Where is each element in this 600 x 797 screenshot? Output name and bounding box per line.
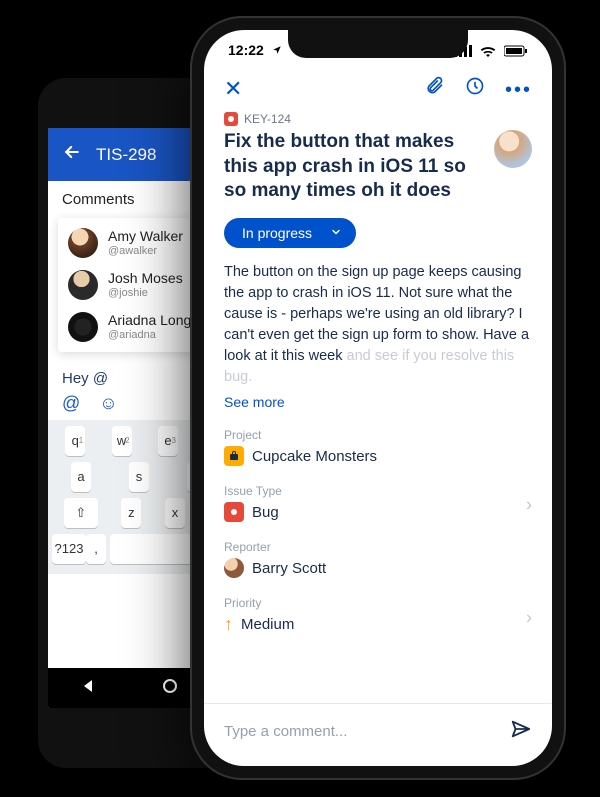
mention-name: Ariadna Long xyxy=(108,313,191,328)
field-value-text: Medium xyxy=(241,616,294,633)
key-a[interactable]: a xyxy=(71,462,91,492)
status-time: 12:22 xyxy=(228,42,264,58)
mention-handle: @joshie xyxy=(108,287,183,299)
send-icon[interactable] xyxy=(510,718,532,744)
key-e[interactable]: e3 xyxy=(158,426,178,456)
iphone-frame: 12:22 ✕ xyxy=(190,16,566,780)
bug-type-icon xyxy=(224,502,244,522)
field-label: Priority xyxy=(224,596,532,610)
key-w[interactable]: w2 xyxy=(112,426,132,456)
wifi-icon xyxy=(480,42,500,58)
key-numeric-switch[interactable]: ?123 xyxy=(52,534,86,564)
location-icon xyxy=(272,42,282,58)
iphone-notch xyxy=(288,30,468,58)
field-value-text: Bug xyxy=(252,504,279,521)
field-label: Reporter xyxy=(224,540,532,554)
field-value-text: Barry Scott xyxy=(252,560,326,577)
activity-icon[interactable] xyxy=(465,83,489,100)
emoji-icon[interactable]: ☺ xyxy=(99,393,117,413)
avatar xyxy=(68,270,98,300)
field-project: Project Cupcake Monsters xyxy=(224,428,532,466)
chevron-down-icon xyxy=(330,225,342,241)
field-label: Issue Type xyxy=(224,484,532,498)
avatar xyxy=(68,228,98,258)
field-value-text: Cupcake Monsters xyxy=(252,448,377,465)
back-icon[interactable] xyxy=(62,142,82,167)
nav-home-icon[interactable] xyxy=(162,678,178,699)
see-more-link[interactable]: See more xyxy=(224,394,532,410)
key-comma[interactable]: , xyxy=(86,534,106,564)
chevron-right-icon: › xyxy=(526,495,532,516)
key-z[interactable]: z xyxy=(121,498,141,528)
field-priority[interactable]: Priority ↑ Medium › xyxy=(224,596,532,635)
iphone-screen: 12:22 ✕ xyxy=(204,30,552,766)
key-shift[interactable]: ⇧ xyxy=(64,498,98,528)
more-icon[interactable]: ••• xyxy=(505,79,532,101)
priority-medium-icon: ↑ xyxy=(224,614,233,635)
attachment-icon[interactable] xyxy=(424,83,448,100)
reporter-avatar xyxy=(224,558,244,578)
mention-name: Josh Moses xyxy=(108,271,183,286)
issue-topbar: ✕ ••• xyxy=(204,70,552,112)
key-x[interactable]: x xyxy=(165,498,185,528)
issue-description: The button on the sign up page keeps cau… xyxy=(224,262,532,388)
comment-placeholder: Type a comment... xyxy=(224,723,347,740)
field-issue-type[interactable]: Issue Type Bug › xyxy=(224,484,532,522)
android-issue-key: TIS-298 xyxy=(96,145,156,165)
issue-key: KEY-124 xyxy=(244,112,291,126)
avatar xyxy=(68,312,98,342)
status-dropdown[interactable]: In progress xyxy=(224,218,356,248)
key-q[interactable]: q1 xyxy=(65,426,85,456)
field-label: Project xyxy=(224,428,532,442)
status-label: In progress xyxy=(242,225,312,241)
issue-content: KEY-124 Fix the button that makes this a… xyxy=(204,112,552,703)
mention-handle: @ariadna xyxy=(108,329,191,341)
mention-name: Amy Walker xyxy=(108,229,183,244)
bug-type-icon xyxy=(224,112,238,126)
battery-icon xyxy=(504,42,528,58)
comment-input-bar[interactable]: Type a comment... xyxy=(204,703,552,766)
key-s[interactable]: s xyxy=(129,462,149,492)
nav-back-icon[interactable] xyxy=(80,677,98,700)
chevron-right-icon: › xyxy=(526,607,532,628)
close-icon[interactable]: ✕ xyxy=(224,76,242,102)
mention-icon[interactable]: @ xyxy=(62,393,80,413)
issue-title: Fix the button that makes this app crash… xyxy=(224,130,494,204)
mention-handle: @awalker xyxy=(108,245,183,257)
assignee-avatar[interactable] xyxy=(494,130,532,168)
project-icon xyxy=(224,446,244,466)
field-reporter: Reporter Barry Scott xyxy=(224,540,532,578)
